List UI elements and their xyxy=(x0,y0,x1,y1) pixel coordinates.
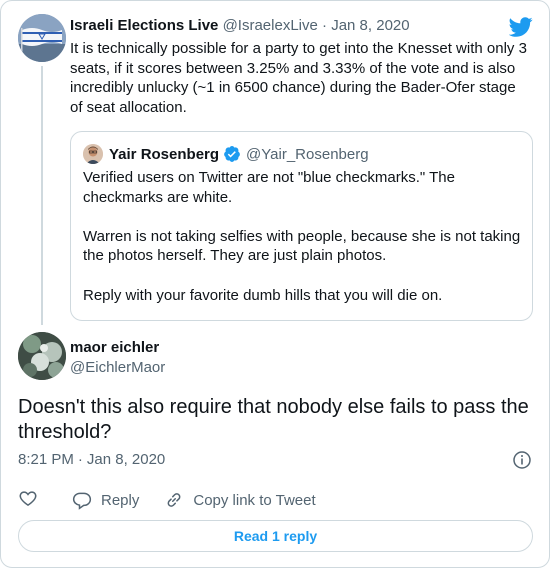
timestamp-separator: · xyxy=(77,451,83,468)
reply-button[interactable]: Reply xyxy=(72,490,139,510)
copy-link-button[interactable]: Copy link to Tweet xyxy=(164,490,316,510)
main-tweet-text: Doesn't this also require that nobody el… xyxy=(18,396,529,443)
tweet-date: Jan 8, 2020 xyxy=(86,451,166,468)
quoted-display-name: Yair Rosenberg xyxy=(109,145,220,163)
like-button[interactable] xyxy=(18,488,38,512)
parent-avatar[interactable] xyxy=(18,14,66,62)
read-replies-button[interactable]: Read 1 reply xyxy=(18,520,533,552)
tweet-time: 8:21 PM xyxy=(18,451,74,468)
parent-separator: · xyxy=(322,17,328,34)
tweet-timestamp[interactable]: 8:21 PM · Jan 8, 2020 xyxy=(18,451,165,468)
parent-display-name[interactable]: Israeli Elections Live xyxy=(70,17,218,34)
main-display-name[interactable]: maor eichler xyxy=(70,339,159,356)
parent-handle[interactable]: @IsraelexLive xyxy=(223,17,318,34)
quoted-tweet-header: Yair Rosenberg @Yair_Rosenberg xyxy=(109,145,369,163)
copy-link-label: Copy link to Tweet xyxy=(193,491,316,509)
tweet-embed-card: Israeli Elections Live @IsraelexLive · J… xyxy=(0,0,550,568)
parent-date[interactable]: Jan 8, 2020 xyxy=(331,17,409,34)
quoted-handle: @Yair_Rosenberg xyxy=(246,145,369,163)
tweet-actions: Reply Copy link to Tweet xyxy=(18,490,316,510)
quoted-tweet[interactable]: Yair Rosenberg @Yair_Rosenberg Verified … xyxy=(70,131,533,321)
twitter-bird-icon[interactable] xyxy=(508,15,533,39)
main-handle[interactable]: @EichlerMaor xyxy=(70,359,165,376)
verified-badge-icon xyxy=(223,145,241,163)
info-icon[interactable] xyxy=(512,450,532,470)
thread-connector-line xyxy=(41,66,43,325)
main-avatar[interactable] xyxy=(18,332,66,380)
parent-tweet-header: Israeli Elections Live @IsraelexLive · J… xyxy=(70,17,410,34)
heart-icon xyxy=(18,488,38,512)
speech-bubble-icon xyxy=(72,490,92,510)
quoted-tweet-text: Verified users on Twitter are not "blue … xyxy=(83,169,521,304)
parent-tweet-text: It is technically possible for a party t… xyxy=(70,40,527,116)
reply-label: Reply xyxy=(101,491,140,509)
quoted-avatar xyxy=(83,144,103,164)
link-icon xyxy=(164,490,184,510)
